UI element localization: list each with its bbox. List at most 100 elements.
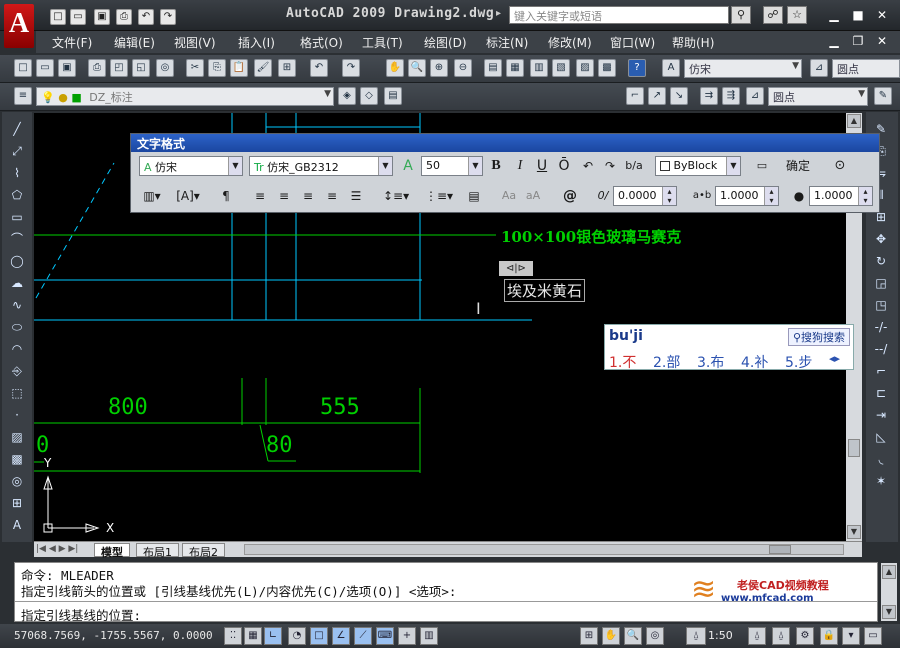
save-icon[interactable]: ▣ xyxy=(58,59,76,77)
text-color-select[interactable]: ByBlock ▼ xyxy=(655,156,741,176)
options-icon[interactable]: ⊙ xyxy=(831,156,849,176)
open-file-icon[interactable]: ▭ xyxy=(70,9,86,25)
multiline-text-icon[interactable]: A xyxy=(7,516,27,534)
font-select[interactable]: Tr 仿宋_GB2312 ▼ xyxy=(249,156,393,176)
markup-icon[interactable]: ▨ xyxy=(576,59,594,77)
text-style-icon[interactable]: A xyxy=(662,59,680,77)
ml-align-icon[interactable]: ⇉ xyxy=(700,87,718,105)
insert-field-icon[interactable]: ▤ xyxy=(465,186,483,206)
spline-icon[interactable]: ∿ xyxy=(7,296,27,314)
menu-insert[interactable]: 插入(I) xyxy=(238,34,275,51)
numbering-icon[interactable]: ⋮≡▾ xyxy=(425,186,453,206)
rectangle-icon[interactable]: ▭ xyxy=(7,208,27,226)
paste-icon[interactable]: 📋 xyxy=(230,59,248,77)
ime-candidate-3[interactable]: 3.布 xyxy=(697,352,724,372)
tab-nav-arrows-icon[interactable]: |◀ ◀ ▶ ▶| xyxy=(36,544,78,554)
doc-close-button[interactable]: ✕ xyxy=(872,34,892,50)
dim-style-icon[interactable]: ⊿ xyxy=(810,59,828,77)
quick-properties-icon[interactable]: ▥ xyxy=(420,627,438,645)
multileader-style-combo[interactable]: 圆点 xyxy=(832,59,900,78)
annotative-icon[interactable]: A xyxy=(399,156,417,176)
menu-file[interactable]: 文件(F) xyxy=(52,34,92,51)
paragraph-icon[interactable]: ¶ xyxy=(217,186,235,206)
menu-edit[interactable]: 编辑(E) xyxy=(114,34,155,51)
polar-tracking-icon[interactable]: ◔ xyxy=(288,627,306,645)
break-at-point-icon[interactable]: ⌐ xyxy=(871,362,891,380)
symbol-button[interactable]: @ xyxy=(557,186,583,206)
redo-icon[interactable]: ↷ xyxy=(601,156,619,176)
status-menu-icon[interactable]: ▾ xyxy=(842,627,860,645)
menu-help[interactable]: 帮助(H) xyxy=(672,34,714,51)
ellipse-icon[interactable]: ⬭ xyxy=(7,318,27,336)
grid-display-icon[interactable]: ▦ xyxy=(244,627,262,645)
calculator-icon[interactable]: ▩ xyxy=(598,59,616,77)
region-icon[interactable]: ◎ xyxy=(7,472,27,490)
align-center-icon[interactable]: ≡ xyxy=(275,186,293,206)
scroll-thumb[interactable] xyxy=(848,439,860,457)
ruler-icon[interactable]: ▭ xyxy=(751,156,773,176)
print-icon[interactable]: ⎙ xyxy=(116,9,132,25)
object-snap-tracking-icon[interactable]: ∠ xyxy=(332,627,350,645)
tracking-input[interactable]: 1.0000 ▴ ▾ xyxy=(715,186,779,206)
distribute-icon[interactable]: ☰ xyxy=(347,186,365,206)
plot-preview-icon[interactable]: ◰ xyxy=(110,59,128,77)
auto-scale-icon[interactable]: ⍙ xyxy=(772,627,790,645)
ime-candidate-1[interactable]: 1.不 xyxy=(609,352,636,372)
menu-format[interactable]: 格式(O) xyxy=(300,34,343,51)
ime-candidate-5[interactable]: 5.步 xyxy=(785,352,812,372)
fillet-icon[interactable]: ◟ xyxy=(871,450,891,468)
text-height-select[interactable]: 50 ▼ xyxy=(421,156,483,176)
search-icon[interactable]: ⚲ xyxy=(731,6,751,24)
zoom-previous-icon[interactable]: ⊖ xyxy=(454,59,472,77)
line-spacing-icon[interactable]: ↕≡▾ xyxy=(383,186,409,206)
object-snap-icon[interactable]: □ xyxy=(310,627,328,645)
menu-view[interactable]: 视图(V) xyxy=(174,34,216,51)
zoom-window-icon[interactable]: ⊕ xyxy=(430,59,448,77)
design-center-icon[interactable]: ▦ xyxy=(506,59,524,77)
publish-icon[interactable]: ◱ xyxy=(132,59,150,77)
mleader-style-combo[interactable]: 圆点 ▼ xyxy=(768,87,868,106)
redo-icon[interactable]: ↷ xyxy=(342,59,360,77)
menu-dimension[interactable]: 标注(N) xyxy=(486,34,528,51)
italic-button[interactable]: I xyxy=(511,156,529,176)
menu-draw[interactable]: 绘图(D) xyxy=(424,34,467,51)
cmd-scroll-down-icon[interactable]: ▼ xyxy=(882,605,896,619)
pan-icon[interactable]: ✋ xyxy=(386,59,404,77)
horizontal-scrollbar[interactable] xyxy=(244,544,844,555)
ime-page-arrows-icon[interactable]: ◂▸ xyxy=(829,352,840,365)
snap-mode-icon[interactable]: ⁚⁚ xyxy=(224,627,242,645)
tab-layout2[interactable]: 布局2 xyxy=(182,543,225,559)
tab-model[interactable]: 模型 xyxy=(94,543,130,559)
move-icon[interactable]: ✥ xyxy=(871,230,891,248)
circle-icon[interactable]: ◯ xyxy=(7,252,27,270)
layer-states-icon[interactable]: ▤ xyxy=(384,87,402,105)
menu-window[interactable]: 窗口(W) xyxy=(610,34,655,51)
text-style-combo[interactable]: 仿宋 ▼ xyxy=(684,59,802,78)
dynamic-input-icon[interactable]: ⌨ xyxy=(376,627,394,645)
pan-status-icon[interactable]: ✋ xyxy=(602,627,620,645)
stretch-icon[interactable]: ◳ xyxy=(871,296,891,314)
annotation-scale-value[interactable]: 1:50 xyxy=(708,629,733,642)
scale-icon[interactable]: ◲ xyxy=(871,274,891,292)
qnew-icon[interactable]: □ xyxy=(14,59,32,77)
oblique-angle-input[interactable]: 0.0000 ▴ ▾ xyxy=(613,186,677,206)
justify-icon[interactable]: ≡ xyxy=(323,186,341,206)
mtext-editor-box[interactable]: 埃及米黄石 xyxy=(504,279,586,302)
uppercase-button[interactable]: Aa xyxy=(499,186,519,206)
ml-style-icon[interactable]: ⊿ xyxy=(746,87,764,105)
construction-line-icon[interactable]: ⤢ xyxy=(7,142,27,160)
extend-icon[interactable]: --/ xyxy=(871,340,891,358)
new-file-icon[interactable]: □ xyxy=(50,9,66,25)
edit-icon[interactable]: ✎ xyxy=(874,87,892,105)
ml-collect-icon[interactable]: ⇶ xyxy=(722,87,740,105)
model-space-icon[interactable]: ⊞ xyxy=(580,627,598,645)
doc-restore-button[interactable]: ❐ xyxy=(848,34,868,50)
ellipse-arc-icon[interactable]: ◠ xyxy=(7,340,27,358)
make-block-icon[interactable]: ⬚ xyxy=(7,384,27,402)
properties-icon[interactable]: ▤ xyxy=(484,59,502,77)
lowercase-button[interactable]: aA xyxy=(523,186,543,206)
communication-icon[interactable]: ☍ xyxy=(763,6,783,24)
text-editor-toggle[interactable]: ⊲|⊳ xyxy=(499,261,533,276)
cmd-scroll-up-icon[interactable]: ▲ xyxy=(882,565,896,579)
block-editor-icon[interactable]: ⊞ xyxy=(278,59,296,77)
